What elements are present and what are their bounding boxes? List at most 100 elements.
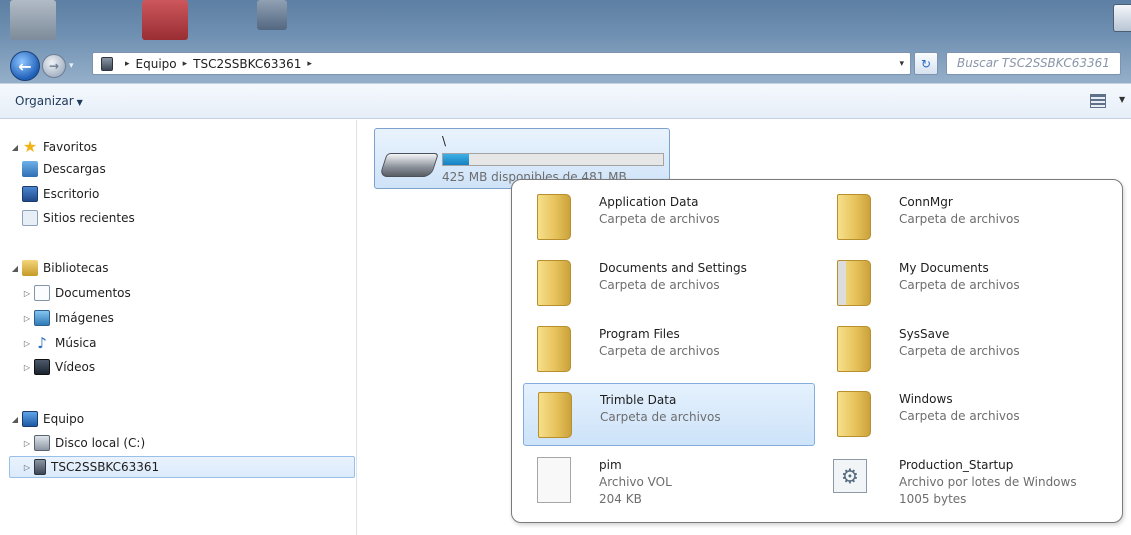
expanded-triangle-icon[interactable]: ◢: [10, 143, 20, 152]
nav-item-imagenes[interactable]: ▷ Imágenes: [22, 307, 114, 329]
folder-icon: [537, 260, 571, 306]
item-name: Production_Startup: [899, 458, 1014, 472]
documents-folder-icon: [837, 260, 871, 306]
nav-favorites-label: Favoritos: [43, 140, 98, 154]
organize-button[interactable]: Organizar ▼: [15, 94, 83, 108]
music-icon: ♪: [37, 333, 47, 352]
nav-item-musica[interactable]: ▷ ♪ Música: [22, 332, 97, 354]
list-item-documents-and-settings[interactable]: Documents and Settings Carpeta de archiv…: [523, 252, 815, 315]
list-item-my-documents[interactable]: My Documents Carpeta de archivos: [823, 252, 1115, 315]
app-shortcut-icon: [142, 0, 188, 40]
local-disk-icon: [34, 435, 50, 451]
nav-item-documentos[interactable]: ▷ Documentos: [22, 282, 131, 304]
item-name: Windows: [899, 392, 953, 406]
list-item-connmgr[interactable]: ConnMgr Carpeta de archivos: [823, 186, 1115, 249]
nav-libraries[interactable]: ◢ Bibliotecas: [10, 257, 108, 279]
list-item-application-data[interactable]: Application Data Carpeta de archivos: [523, 186, 815, 249]
folder-icon: [837, 194, 871, 240]
item-type: Carpeta de archivos: [599, 212, 720, 226]
chevron-down-icon: ▼: [76, 98, 83, 107]
nav-item-label: Disco local (C:): [55, 436, 146, 450]
item-name: Program Files: [599, 327, 680, 341]
command-bar: Organizar ▼ ▼: [0, 83, 1131, 119]
nav-libraries-label: Bibliotecas: [43, 261, 109, 275]
view-options-dropdown-icon[interactable]: ▼: [1119, 95, 1125, 104]
collapsed-triangle-icon[interactable]: ▷: [22, 314, 32, 323]
mobile-device-icon: [34, 459, 46, 475]
nav-item-local-disk[interactable]: ▷ Disco local (C:): [22, 432, 145, 454]
expanded-triangle-icon[interactable]: ◢: [10, 264, 20, 273]
libraries-icon: [22, 260, 38, 276]
collapsed-triangle-icon[interactable]: ▷: [22, 439, 32, 448]
address-dropdown-icon[interactable]: ▾: [899, 59, 904, 69]
expanded-triangle-icon[interactable]: ◢: [10, 415, 20, 424]
item-name: SysSave: [899, 327, 950, 341]
item-type: Carpeta de archivos: [600, 410, 721, 424]
refresh-button[interactable]: ↻: [914, 52, 938, 75]
search-input[interactable]: Buscar TSC2SSBKC63361: [946, 52, 1121, 75]
breadcrumb-separator-icon[interactable]: ▸: [183, 59, 188, 69]
folder-icon: [837, 326, 871, 372]
breadcrumb-device[interactable]: TSC2SSBKC63361: [193, 57, 301, 71]
item-type: Carpeta de archivos: [599, 344, 720, 358]
list-item-syssave[interactable]: SysSave Carpeta de archivos: [823, 318, 1115, 381]
nav-item-escritorio[interactable]: Escritorio: [22, 183, 99, 205]
item-name: Trimble Data: [600, 393, 677, 407]
nav-item-descargas[interactable]: Descargas: [22, 158, 106, 180]
forward-button[interactable]: →: [42, 54, 66, 78]
item-type: Archivo por lotes de Windows: [899, 475, 1077, 489]
recent-places-icon: [22, 210, 38, 226]
computer-icon: [22, 411, 38, 427]
device-icon: [101, 56, 113, 71]
breadcrumb-separator-icon[interactable]: ▸: [125, 59, 130, 69]
nav-item-videos[interactable]: ▷ Vídeos: [22, 356, 95, 378]
folder-icon: [537, 194, 571, 240]
nav-item-label: Música: [55, 336, 97, 350]
file-icon: [537, 457, 571, 503]
desktop-icon: [22, 186, 38, 202]
star-icon: ★: [22, 137, 38, 156]
nav-item-label: Sitios recientes: [43, 211, 135, 225]
minimize-button[interactable]: [1113, 4, 1131, 32]
list-item-windows[interactable]: Windows Carpeta de archivos: [823, 383, 1115, 446]
back-arrow-icon: ←: [18, 56, 32, 76]
nav-item-label: Descargas: [43, 162, 106, 176]
item-type: Archivo VOL: [599, 475, 672, 489]
address-bar[interactable]: ▸ Equipo ▸ TSC2SSBKC63361 ▸ ▾: [92, 52, 911, 75]
network-icon: [257, 0, 287, 30]
collapsed-triangle-icon[interactable]: ▷: [22, 339, 32, 348]
documents-icon: [34, 285, 50, 301]
downloads-folder-icon: [22, 161, 38, 177]
nav-computer[interactable]: ◢ Equipo: [10, 408, 84, 430]
nav-item-device[interactable]: ▷ TSC2SSBKC63361: [22, 456, 159, 478]
list-item-production-startup[interactable]: ⚙ Production_Startup Archivo por lotes d…: [823, 449, 1115, 512]
recent-pages-dropdown[interactable]: ▾: [69, 61, 74, 71]
nav-item-sitios-recientes[interactable]: Sitios recientes: [22, 207, 135, 229]
breadcrumb-separator-icon[interactable]: ▸: [307, 59, 312, 69]
collapsed-triangle-icon[interactable]: ▷: [22, 289, 32, 298]
item-type: Carpeta de archivos: [899, 278, 1020, 292]
collapsed-triangle-icon[interactable]: ▷: [22, 363, 32, 372]
list-item-trimble-data[interactable]: Trimble Data Carpeta de archivos: [523, 383, 815, 446]
item-name: Documents and Settings: [599, 261, 747, 275]
videos-icon: [34, 359, 50, 375]
window-title-bar: ← → ▾ ▸ Equipo ▸ TSC2SSBKC63361 ▸ ▾ ↻ Bu…: [0, 0, 1131, 83]
back-button[interactable]: ←: [10, 51, 40, 81]
breadcrumb-equipo[interactable]: Equipo: [136, 57, 177, 71]
nav-item-label: Imágenes: [55, 311, 114, 325]
item-name: pim: [599, 458, 622, 472]
organize-label: Organizar: [15, 94, 74, 108]
item-size: 1005 bytes: [899, 492, 967, 506]
item-name: Application Data: [599, 195, 699, 209]
drive-usage-bar: [442, 153, 664, 166]
list-item-pim[interactable]: pim Archivo VOL 204 KB: [523, 449, 815, 512]
nav-favorites[interactable]: ◢ ★ Favoritos: [10, 136, 97, 158]
batch-file-icon: ⚙: [833, 459, 867, 493]
item-type: Carpeta de archivos: [899, 212, 1020, 226]
change-view-icon[interactable]: [1090, 94, 1106, 108]
folder-icon: [538, 392, 572, 438]
folder-contents-popup: Application Data Carpeta de archivos Con…: [511, 179, 1123, 523]
folder-icon: [837, 391, 871, 437]
list-item-program-files[interactable]: Program Files Carpeta de archivos: [523, 318, 815, 381]
collapsed-triangle-icon[interactable]: ▷: [22, 463, 32, 472]
